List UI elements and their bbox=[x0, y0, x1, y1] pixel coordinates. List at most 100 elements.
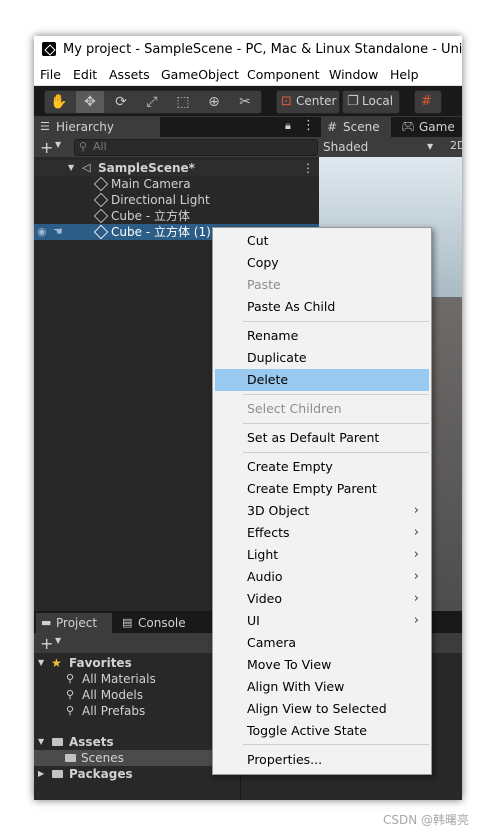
menu-item-properties[interactable]: Properties... bbox=[213, 749, 431, 771]
hierarchy-item-label: Main Camera bbox=[111, 177, 191, 191]
tab-project[interactable]: ▬ Project bbox=[36, 613, 112, 633]
hierarchy-item[interactable]: Main Camera bbox=[34, 176, 319, 192]
cube-icon bbox=[93, 224, 109, 240]
menu-item-ui[interactable]: UI › bbox=[213, 610, 431, 632]
menu-item-paste-as-child[interactable]: Paste As Child bbox=[213, 296, 431, 318]
rect-tool-icon[interactable]: ⬚ bbox=[169, 91, 197, 113]
menu-edit[interactable]: Edit bbox=[73, 67, 97, 82]
menu-gameobject[interactable]: GameObject bbox=[161, 67, 239, 82]
hierarchy-item[interactable]: Cube - 立方体 bbox=[34, 208, 319, 224]
menu-help[interactable]: Help bbox=[390, 67, 419, 82]
cube-icon bbox=[93, 192, 109, 208]
menu-file[interactable]: File bbox=[40, 67, 61, 82]
expand-arrow-icon[interactable]: ▼ bbox=[38, 655, 44, 671]
scene-toolbar: Shaded ▼ 2D bbox=[319, 137, 462, 157]
pivot-center-toggle[interactable]: ⊡ Center bbox=[276, 90, 340, 114]
menu-item-light[interactable]: Light › bbox=[213, 544, 431, 566]
menu-item-label: Paste As Child bbox=[247, 299, 336, 314]
rotate-tool-icon[interactable]: ⟳ bbox=[107, 91, 135, 113]
menu-item-label: Set as Default Parent bbox=[247, 430, 380, 445]
menu-item-duplicate[interactable]: Duplicate bbox=[213, 347, 431, 369]
expand-arrow-icon[interactable]: ▼ bbox=[38, 734, 44, 750]
transform-tool-icon[interactable]: ⊕ bbox=[200, 91, 228, 113]
menu-separator bbox=[243, 394, 429, 395]
hierarchy-search-input[interactable]: ⚲ All bbox=[74, 139, 318, 156]
menu-item-paste[interactable]: Paste bbox=[213, 274, 431, 296]
menu-item-align-view-to-selected[interactable]: Align View to Selected bbox=[213, 698, 431, 720]
watermark-text: CSDN @韩曙亮 bbox=[383, 813, 470, 827]
menu-item-label: Duplicate bbox=[247, 350, 307, 365]
menu-item-delete[interactable]: Delete bbox=[215, 369, 429, 391]
submenu-arrow-icon: › bbox=[413, 613, 419, 628]
menu-item-create-empty[interactable]: Create Empty bbox=[213, 456, 431, 478]
hierarchy-item[interactable]: Directional Light bbox=[34, 192, 319, 208]
menu-item-label: Align With View bbox=[247, 679, 345, 694]
scene-options-icon[interactable]: ⋮ bbox=[302, 160, 314, 176]
expand-arrow-icon[interactable]: ▶ bbox=[38, 766, 44, 782]
scene-row[interactable]: ▼ ◁ SampleScene* ⋮ bbox=[34, 160, 319, 176]
menu-separator bbox=[243, 744, 429, 745]
menu-item-label: Cut bbox=[247, 233, 269, 248]
scene-name: SampleScene* bbox=[98, 161, 195, 175]
project-tab-label: Project bbox=[56, 616, 98, 630]
menu-item-label: Video bbox=[247, 591, 283, 606]
custom-tool-icon[interactable]: ✂ bbox=[231, 91, 259, 113]
hierarchy-list-icon: ☰ bbox=[40, 120, 50, 133]
menu-item-label: UI bbox=[247, 613, 260, 628]
pivot-center-label: Center bbox=[296, 94, 337, 108]
expand-arrow-icon[interactable]: ▼ bbox=[68, 160, 74, 176]
menu-item-label: Select Children bbox=[247, 401, 342, 416]
list-item-label: All Models bbox=[82, 688, 143, 702]
menu-item-copy[interactable]: Copy bbox=[213, 252, 431, 274]
menu-item-label: Delete bbox=[247, 372, 289, 387]
menu-item-camera[interactable]: Camera bbox=[213, 632, 431, 654]
context-menu: Cut Copy Paste Paste As Child Rename Dup… bbox=[212, 227, 432, 775]
menu-item-3d-object[interactable]: 3D Object › bbox=[213, 500, 431, 522]
visibility-eye-icon[interactable]: ◉ bbox=[37, 224, 47, 240]
menu-item-create-empty-parent[interactable]: Create Empty Parent bbox=[213, 478, 431, 500]
search-icon: ⚲ bbox=[66, 704, 75, 717]
menu-item-effects[interactable]: Effects › bbox=[213, 522, 431, 544]
menu-window[interactable]: Window bbox=[329, 67, 378, 82]
menu-item-label: Create Empty bbox=[247, 459, 333, 474]
menu-item-set-default-parent[interactable]: Set as Default Parent bbox=[213, 427, 431, 449]
tab-console[interactable]: ▤ Console bbox=[120, 613, 210, 633]
hand-tool-icon[interactable]: ✋ bbox=[45, 91, 73, 113]
menu-item-label: Create Empty Parent bbox=[247, 481, 377, 496]
menu-item-audio[interactable]: Audio › bbox=[213, 566, 431, 588]
menu-item-align-with-view[interactable]: Align With View bbox=[213, 676, 431, 698]
menu-assets[interactable]: Assets bbox=[109, 67, 150, 82]
move-tool-icon[interactable]: ✥ bbox=[76, 91, 104, 113]
create-dropdown-icon[interactable]: ▼ bbox=[55, 636, 61, 645]
more-options-icon[interactable]: ⋮ bbox=[302, 118, 315, 133]
menu-item-video[interactable]: Video › bbox=[213, 588, 431, 610]
submenu-arrow-icon: › bbox=[413, 591, 419, 606]
menu-separator bbox=[243, 452, 429, 453]
menu-item-label: Copy bbox=[247, 255, 279, 270]
menu-item-label: Toggle Active State bbox=[247, 723, 367, 738]
pickable-hand-icon[interactable]: ☚ bbox=[53, 224, 63, 240]
local-space-icon: ❐ bbox=[347, 94, 359, 109]
folder-icon bbox=[52, 738, 63, 746]
tab-scene[interactable]: # Scene bbox=[321, 117, 391, 137]
menu-item-move-to-view[interactable]: Move To View bbox=[213, 654, 431, 676]
snap-settings-button[interactable]: # bbox=[414, 90, 442, 114]
tab-hierarchy[interactable]: ☰ Hierarchy bbox=[34, 117, 160, 137]
folder-icon: ▬ bbox=[41, 616, 52, 629]
menu-item-rename[interactable]: Rename bbox=[213, 325, 431, 347]
shading-mode-dropdown[interactable]: Shaded ▼ bbox=[321, 139, 437, 155]
2d-toggle-button[interactable]: 2D bbox=[450, 139, 462, 152]
menu-item-select-children[interactable]: Select Children bbox=[213, 398, 431, 420]
scenes-folder-row[interactable]: Scenes bbox=[34, 750, 240, 766]
create-dropdown-icon[interactable]: ▼ bbox=[55, 140, 61, 149]
packages-label: Packages bbox=[69, 767, 133, 781]
console-tab-label: Console bbox=[138, 616, 186, 630]
create-asset-icon[interactable]: + bbox=[40, 634, 53, 653]
menu-item-toggle-active-state[interactable]: Toggle Active State bbox=[213, 720, 431, 742]
create-add-icon[interactable]: + bbox=[40, 138, 53, 157]
scale-tool-icon[interactable]: ⤢ bbox=[138, 91, 166, 113]
pivot-local-toggle[interactable]: ❐ Local bbox=[342, 90, 400, 114]
lock-icon[interactable]: 🔒︎ bbox=[285, 119, 291, 133]
menu-component[interactable]: Component bbox=[247, 67, 320, 82]
menu-item-cut[interactable]: Cut bbox=[213, 230, 431, 252]
